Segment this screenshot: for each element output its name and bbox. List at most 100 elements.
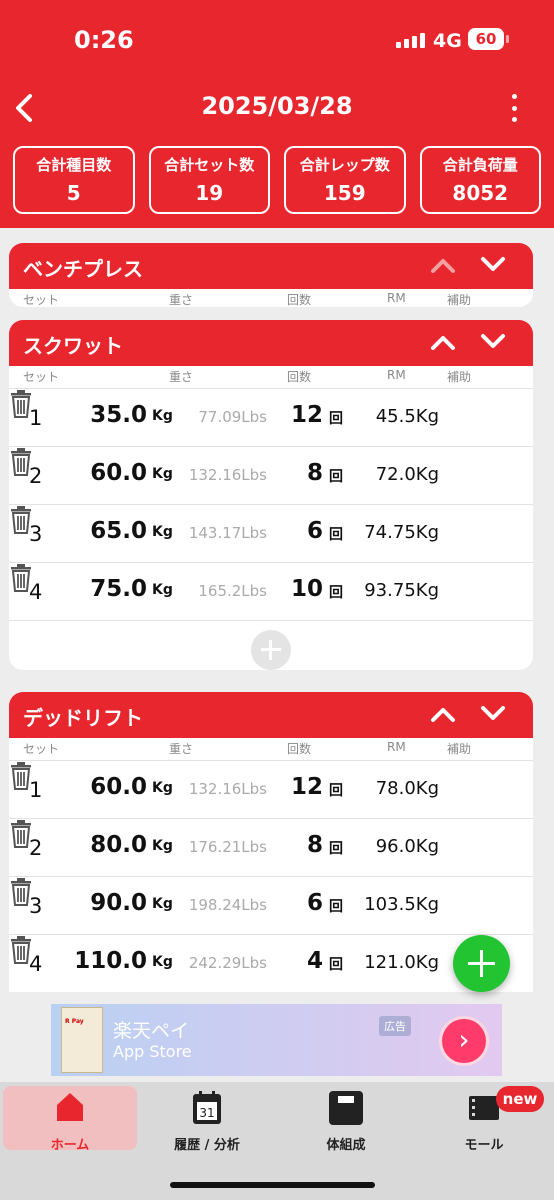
rep-unit: 回 [329,469,343,485]
summary-stats: 合計種目数 5 合計セット数 19 合計レップ数 159 合計負荷量 8052 [13,146,541,214]
exercise-card-bench-press: ベンチプレス セット 重さ 回数 RM 補助 [9,243,533,307]
add-exercise-button[interactable] [453,935,510,992]
ad-banner[interactable]: R Pay 楽天ペイ App Store 広告 › [51,1004,502,1076]
reps-value[interactable]: 6 [307,890,323,916]
reps-value[interactable]: 12 [291,402,323,428]
header: 0:26 4G 60 2025/03/28 合計種目数 5 合計セット数 19 … [0,0,554,228]
status-time: 0:26 [74,26,134,54]
kg-unit: Kg [152,466,173,482]
move-down-icon[interactable] [479,702,507,726]
weight-lbs: 132.16Lbs [188,780,267,798]
move-up-icon[interactable] [429,253,457,277]
col-reps: 回数 [287,742,312,756]
weight-kg[interactable]: 90.0 [90,890,147,916]
set-row[interactable]: 2 60.0 Kg 132.16Lbs 8 回 72.0Kg [9,446,533,504]
set-number: 1 [29,778,43,802]
column-headers: セット 重さ 回数 RM 補助 [9,289,533,307]
stat-label: 合計セット数 [164,156,255,174]
weight-kg[interactable]: 60.0 [90,460,147,486]
exercise-name: デッドリフト [23,706,143,730]
col-rm: RM [387,291,406,305]
exercise-card-squat: スクワット セット 重さ 回数 RM 補助 1 35.0 Kg 77.09Lbs… [9,320,533,670]
col-assist: 補助 [447,293,472,307]
rm-value: 103.5Kg [364,894,439,915]
stat-total-sets: 合計セット数 19 [148,146,270,214]
rep-unit: 回 [329,585,343,601]
reps-value[interactable]: 4 [307,948,323,974]
tab-label: モール [464,1138,504,1153]
tab-home[interactable]: ホーム [3,1086,137,1153]
stat-label: 合計レップ数 [299,156,390,174]
weight-lbs: 198.24Lbs [188,896,267,914]
network-label: 4G [433,30,462,52]
scale-icon [329,1091,363,1125]
rep-unit: 回 [329,899,343,915]
reps-value[interactable]: 6 [307,518,323,544]
add-set-button[interactable] [251,630,291,670]
ad-thumbnail: R Pay [61,1007,103,1073]
weight-lbs: 165.2Lbs [198,582,267,600]
column-headers: セット 重さ 回数 RM 補助 [9,366,533,388]
kg-unit: Kg [152,408,173,424]
set-row[interactable]: 1 35.0 Kg 77.09Lbs 12 回 45.5Kg [9,388,533,446]
exercise-header[interactable]: スクワット [9,320,533,366]
set-row[interactable]: 2 80.0 Kg 176.21Lbs 8 回 96.0Kg [9,818,533,876]
rep-unit: 回 [329,527,343,543]
tab-history[interactable]: 31 履歴 / 分析 [140,1086,274,1153]
weight-kg[interactable]: 60.0 [90,774,147,800]
tab-body-composition[interactable]: 体組成 [279,1086,413,1153]
set-number: 4 [29,580,43,604]
kg-unit: Kg [152,524,173,540]
move-down-icon[interactable] [479,253,507,277]
kg-unit: Kg [152,896,173,912]
weight-lbs: 132.16Lbs [188,466,267,484]
rm-value: 93.75Kg [364,580,439,601]
rm-value: 96.0Kg [375,836,439,857]
tab-label: 履歴 / 分析 [174,1138,240,1153]
stat-label: 合計負荷量 [442,156,518,174]
weight-kg[interactable]: 110.0 [74,948,147,974]
ad-label: 広告 [379,1016,411,1036]
set-number: 3 [29,894,43,918]
set-row[interactable]: 4 75.0 Kg 165.2Lbs 10 回 93.75Kg [9,562,533,620]
set-row[interactable]: 3 65.0 Kg 143.17Lbs 6 回 74.75Kg [9,504,533,562]
home-indicator [170,1182,375,1188]
move-up-icon[interactable] [429,702,457,726]
new-badge: new [496,1086,544,1112]
reps-value[interactable]: 12 [291,774,323,800]
home-icon [57,1093,83,1121]
col-weight: 重さ [169,742,194,756]
set-number: 1 [29,406,43,430]
rm-value: 78.0Kg [375,778,439,799]
kg-unit: Kg [152,838,173,854]
tab-label: 体組成 [326,1138,366,1153]
more-options-icon[interactable] [504,90,524,126]
set-row[interactable]: 3 90.0 Kg 198.24Lbs 6 回 103.5Kg [9,876,533,934]
stat-total-exercises: 合計種目数 5 [13,146,135,214]
set-number: 2 [29,836,43,860]
reps-value[interactable]: 10 [291,576,323,602]
stat-total-volume: 合計負荷量 8052 [419,146,541,214]
ad-go-button[interactable]: › [439,1016,489,1066]
weight-kg[interactable]: 75.0 [90,576,147,602]
col-reps: 回数 [287,370,312,384]
rep-unit: 回 [329,783,343,799]
reps-value[interactable]: 8 [307,460,323,486]
exercise-header[interactable]: ベンチプレス [9,243,533,289]
weight-kg[interactable]: 65.0 [90,518,147,544]
rep-unit: 回 [329,957,343,973]
exercise-name: スクワット [23,334,123,358]
set-row[interactable]: 1 60.0 Kg 132.16Lbs 12 回 78.0Kg [9,760,533,818]
kg-unit: Kg [152,582,173,598]
rep-unit: 回 [329,411,343,427]
reps-value[interactable]: 8 [307,832,323,858]
ad-store: App Store [113,1042,192,1061]
weight-kg[interactable]: 35.0 [90,402,147,428]
move-down-icon[interactable] [479,330,507,354]
exercise-header[interactable]: デッドリフト [9,692,533,738]
weight-lbs: 176.21Lbs [188,838,267,856]
move-up-icon[interactable] [429,330,457,354]
col-assist: 補助 [447,370,472,384]
rm-value: 74.75Kg [364,522,439,543]
weight-kg[interactable]: 80.0 [90,832,147,858]
